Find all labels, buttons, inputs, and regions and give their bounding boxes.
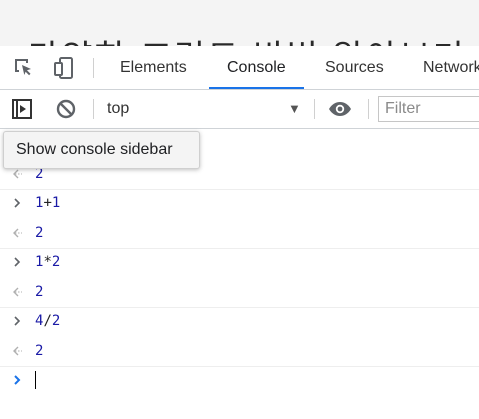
console-result-line: 2	[0, 338, 479, 366]
console-prompt-line[interactable]	[0, 366, 479, 395]
tab-sources[interactable]: Sources	[307, 46, 402, 89]
console-toolbar: top ▼	[0, 90, 479, 129]
console-result-line: 2	[0, 279, 479, 307]
sidebar-tooltip: Show console sidebar	[3, 131, 200, 169]
dropdown-arrow-icon: ▼	[288, 101, 301, 116]
clear-console-icon[interactable]	[54, 97, 78, 121]
tab-elements[interactable]: Elements	[102, 46, 205, 89]
result-arrow-icon	[13, 228, 22, 238]
console-sidebar-toggle-icon[interactable]	[10, 97, 34, 121]
execution-context-select[interactable]: top ▼	[100, 90, 310, 128]
toolbar-divider	[93, 99, 94, 119]
prompt-chevron-icon	[14, 375, 21, 385]
toolbar-divider	[93, 58, 94, 78]
console-result-line: 2	[0, 220, 479, 248]
console-command-line: 1*2	[0, 248, 479, 277]
tab-console[interactable]: Console	[209, 46, 304, 89]
inspect-element-icon[interactable]	[12, 56, 36, 80]
page-background: 다양한 프린트 방법 알아보기	[0, 0, 479, 46]
console-command-line: 1+1	[0, 189, 479, 218]
command-text: 1*2	[35, 254, 61, 270]
command-chevron-icon	[14, 257, 21, 267]
execution-context-value: top	[107, 100, 130, 117]
result-value: 2	[35, 343, 44, 359]
command-text: 4/2	[35, 313, 61, 329]
console-output: 2 1+1 2 1*2 2 4/2 2	[0, 129, 479, 419]
live-expression-eye-icon[interactable]	[328, 97, 352, 121]
toolbar-divider	[314, 99, 315, 119]
console-command-line: 4/2	[0, 307, 479, 336]
page-heading: 다양한 프린트 방법 알아보기	[28, 30, 466, 46]
filter-input[interactable]	[378, 96, 479, 122]
command-chevron-icon	[14, 198, 21, 208]
tab-network[interactable]: Network	[405, 46, 479, 89]
result-value: 2	[35, 225, 44, 241]
result-value: 2	[35, 284, 44, 300]
command-chevron-icon	[14, 316, 21, 326]
text-cursor	[35, 371, 36, 389]
command-text: 1+1	[35, 195, 61, 211]
device-toolbar-icon[interactable]	[52, 56, 76, 80]
result-arrow-icon	[13, 346, 22, 356]
toolbar-divider	[368, 99, 369, 119]
result-arrow-icon	[13, 287, 22, 297]
devtools-tab-bar: Elements Console Sources Network	[0, 46, 479, 90]
